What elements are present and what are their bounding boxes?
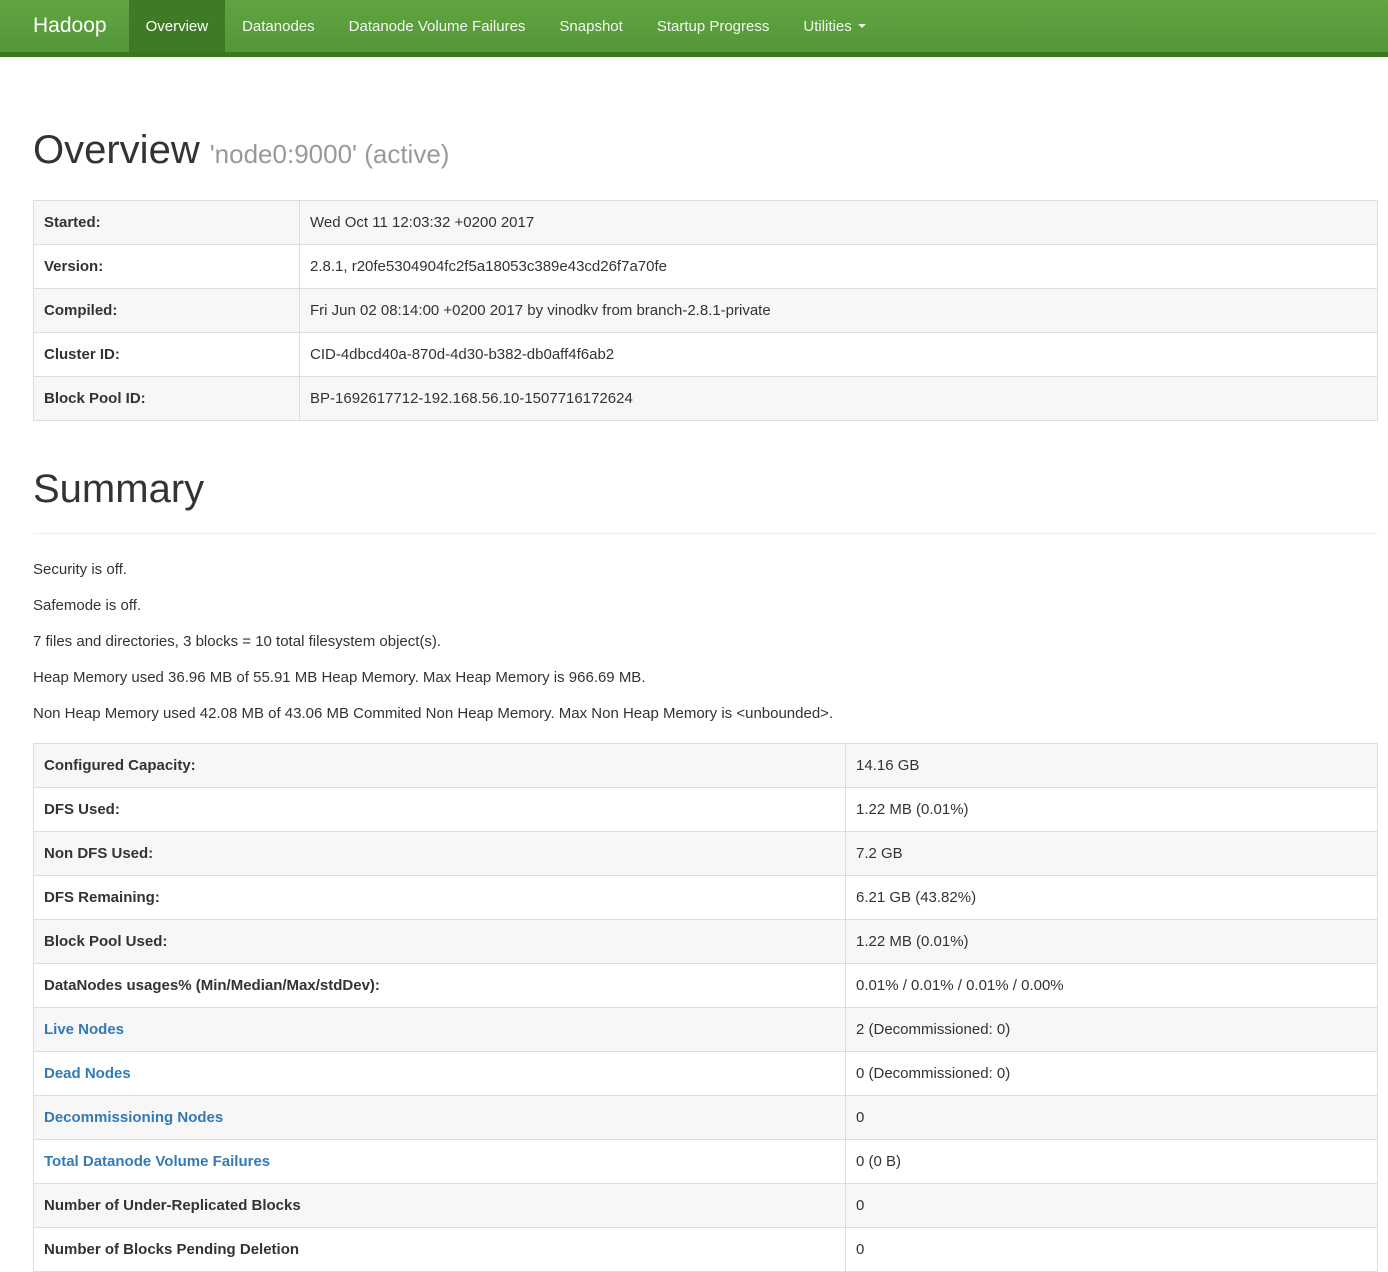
table-row-started: Started: Wed Oct 11 12:03:32 +0200 2017 [34, 201, 1378, 245]
table-row-live-nodes: Live Nodes 2 (Decommissioned: 0) [34, 1008, 1378, 1052]
nav-item-utilities-dropdown[interactable]: Utilities [786, 0, 882, 52]
page-title: Overview 'node0:9000' (active) [33, 128, 1378, 173]
overview-title-text: Overview [33, 128, 200, 172]
namenode-address-state: 'node0:9000' (active) [210, 139, 450, 169]
dead-nodes-link[interactable]: Dead Nodes [44, 1065, 131, 1082]
chevron-down-icon [858, 24, 866, 28]
nav-item-snapshot[interactable]: Snapshot [542, 0, 639, 52]
hadoop-brand[interactable]: Hadoop [0, 0, 129, 52]
table-row-dfs-used: DFS Used: 1.22 MB (0.01%) [34, 788, 1378, 832]
row-value: Wed Oct 11 12:03:32 +0200 2017 [300, 201, 1378, 245]
table-row-cluster-id: Cluster ID: CID-4dbcd40a-870d-4d30-b382-… [34, 333, 1378, 377]
row-label: Configured Capacity: [34, 744, 846, 788]
row-label: Version: [34, 245, 300, 289]
volume-failures-link[interactable]: Total Datanode Volume Failures [44, 1153, 270, 1170]
row-value: 14.16 GB [846, 744, 1378, 788]
table-row-configured-capacity: Configured Capacity: 14.16 GB [34, 744, 1378, 788]
row-label: Decommissioning Nodes [34, 1096, 846, 1140]
nav-item-datanodes[interactable]: Datanodes [225, 0, 332, 52]
filesystem-objects-text: 7 files and directories, 3 blocks = 10 t… [33, 632, 1378, 651]
table-row-decommissioning-nodes: Decommissioning Nodes 0 [34, 1096, 1378, 1140]
row-value: 0 (Decommissioned: 0) [846, 1052, 1378, 1096]
row-label: Number of Blocks Pending Deletion [34, 1228, 846, 1272]
row-label: Live Nodes [34, 1008, 846, 1052]
row-label: Dead Nodes [34, 1052, 846, 1096]
row-label: Number of Under-Replicated Blocks [34, 1184, 846, 1228]
row-value: 0.01% / 0.01% / 0.01% / 0.00% [846, 964, 1378, 1008]
row-label: Compiled: [34, 289, 300, 333]
table-row-under-replicated-blocks: Number of Under-Replicated Blocks 0 [34, 1184, 1378, 1228]
row-value: 0 [846, 1184, 1378, 1228]
nav-item-datanode-volume-failures[interactable]: Datanode Volume Failures [332, 0, 543, 52]
row-value: 1.22 MB (0.01%) [846, 788, 1378, 832]
row-label: DFS Remaining: [34, 876, 846, 920]
table-row-version: Version: 2.8.1, r20fe5304904fc2f5a18053c… [34, 245, 1378, 289]
row-label: Total Datanode Volume Failures [34, 1140, 846, 1184]
row-value: 0 [846, 1228, 1378, 1272]
summary-title: Summary [33, 467, 1378, 512]
row-value: 2.8.1, r20fe5304904fc2f5a18053c389e43cd2… [300, 245, 1378, 289]
table-row-dead-nodes: Dead Nodes 0 (Decommissioned: 0) [34, 1052, 1378, 1096]
row-value: CID-4dbcd40a-870d-4d30-b382-db0aff4f6ab2 [300, 333, 1378, 377]
nav-item-overview[interactable]: Overview [129, 0, 226, 52]
non-heap-memory-text: Non Heap Memory used 42.08 MB of 43.06 M… [33, 704, 1378, 723]
row-value: 2 (Decommissioned: 0) [846, 1008, 1378, 1052]
summary-divider [33, 533, 1378, 534]
overview-table: Started: Wed Oct 11 12:03:32 +0200 2017 … [33, 200, 1378, 421]
heap-memory-text: Heap Memory used 36.96 MB of 55.91 MB He… [33, 668, 1378, 687]
nav-item-startup-progress[interactable]: Startup Progress [640, 0, 787, 52]
row-label: Block Pool Used: [34, 920, 846, 964]
row-value: 7.2 GB [846, 832, 1378, 876]
table-row-datanodes-usages: DataNodes usages% (Min/Median/Max/stdDev… [34, 964, 1378, 1008]
table-row-block-pool-used: Block Pool Used: 1.22 MB (0.01%) [34, 920, 1378, 964]
table-row-compiled: Compiled: Fri Jun 02 08:14:00 +0200 2017… [34, 289, 1378, 333]
top-navbar: Hadoop Overview Datanodes Datanode Volum… [0, 0, 1388, 57]
summary-paragraphs: Security is off. Safemode is off. 7 file… [33, 560, 1378, 723]
row-label: DataNodes usages% (Min/Median/Max/stdDev… [34, 964, 846, 1008]
row-value: 0 [846, 1096, 1378, 1140]
main-content: Overview 'node0:9000' (active) Started: W… [33, 128, 1378, 1272]
utilities-label: Utilities [803, 18, 851, 35]
safemode-status-text: Safemode is off. [33, 596, 1378, 615]
table-row-dfs-remaining: DFS Remaining: 6.21 GB (43.82%) [34, 876, 1378, 920]
decommissioning-nodes-link[interactable]: Decommissioning Nodes [44, 1109, 223, 1126]
row-value: 0 (0 B) [846, 1140, 1378, 1184]
row-value: BP-1692617712-192.168.56.10-150771617262… [300, 377, 1378, 421]
live-nodes-link[interactable]: Live Nodes [44, 1021, 124, 1038]
row-label: Block Pool ID: [34, 377, 300, 421]
table-row-blocks-pending-deletion: Number of Blocks Pending Deletion 0 [34, 1228, 1378, 1272]
row-value: 6.21 GB (43.82%) [846, 876, 1378, 920]
row-value: Fri Jun 02 08:14:00 +0200 2017 by vinodk… [300, 289, 1378, 333]
table-row-volume-failures: Total Datanode Volume Failures 0 (0 B) [34, 1140, 1378, 1184]
row-label: Cluster ID: [34, 333, 300, 377]
table-row-non-dfs-used: Non DFS Used: 7.2 GB [34, 832, 1378, 876]
row-value: 1.22 MB (0.01%) [846, 920, 1378, 964]
row-label: Started: [34, 201, 300, 245]
row-label: DFS Used: [34, 788, 846, 832]
security-status-text: Security is off. [33, 560, 1378, 579]
summary-table: Configured Capacity: 14.16 GB DFS Used: … [33, 743, 1378, 1272]
row-label: Non DFS Used: [34, 832, 846, 876]
table-row-block-pool-id: Block Pool ID: BP-1692617712-192.168.56.… [34, 377, 1378, 421]
